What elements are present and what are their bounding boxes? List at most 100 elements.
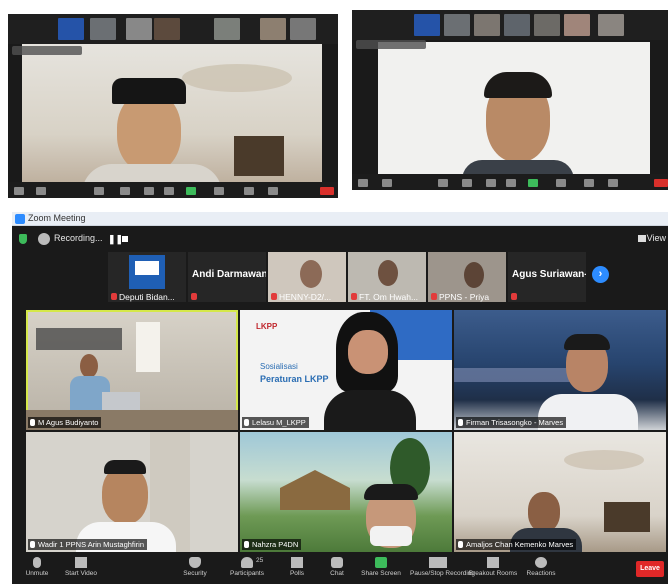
logo-mark (135, 261, 159, 275)
shield-icon (189, 557, 201, 568)
participant-name: Amaljos Chan Kemenko Marves (466, 540, 574, 549)
wall-stain (564, 450, 644, 470)
view-button[interactable]: View (647, 233, 666, 243)
pause-stop-recording-button[interactable]: Pause/Stop Recording (410, 557, 475, 577)
participants-label: Participants (230, 570, 264, 577)
start-video-button[interactable]: Start Video (56, 557, 106, 577)
leave-button[interactable] (320, 187, 334, 195)
video-tile-firman[interactable]: Firman Trisasongko - Marves (454, 310, 666, 430)
shield-icon[interactable] (19, 234, 27, 244)
person-head (378, 260, 398, 286)
leave-button[interactable]: Leave (636, 561, 664, 577)
mic-icon (244, 541, 249, 548)
strip-tile-ft[interactable]: FT. Om Hwah... (348, 252, 426, 302)
video-tile-wadir[interactable]: Wadir 1 PPNS Arin Mustaghfirin (26, 432, 238, 552)
video-tile-amaljos[interactable]: Amaljos Chan Kemenko Marves (454, 432, 666, 552)
strip-tile (290, 18, 316, 40)
toolbar-button[interactable] (36, 187, 46, 195)
toolbar-button[interactable] (244, 187, 254, 195)
person-head (117, 92, 181, 172)
participants-button[interactable]: 25 Participants (222, 557, 272, 577)
strip-tile (90, 18, 116, 40)
share-button[interactable] (186, 187, 196, 195)
strip-tile-andi[interactable]: Andi Darmawan... (188, 252, 266, 302)
stop-recording-button[interactable] (122, 236, 128, 242)
toolbar-button[interactable] (14, 187, 24, 195)
slide-title-line2: Peraturan LKPP (260, 374, 329, 384)
gallery-strip (8, 14, 338, 44)
toolbar-button[interactable] (438, 179, 448, 187)
strip-tile (564, 14, 590, 36)
leave-button[interactable] (654, 179, 668, 187)
pause-recording-button[interactable]: ❚❚ (108, 234, 123, 245)
muted-mic-icon (111, 293, 117, 300)
muted-mic-icon (511, 293, 517, 300)
toolbar-button[interactable] (584, 179, 594, 187)
zoom-window-thumbnail-1 (8, 14, 338, 198)
toolbar-button[interactable] (382, 179, 392, 187)
video-tile-agus-budiyanto[interactable]: M Agus Budiyanto (26, 310, 238, 430)
participants-count: 25 (256, 557, 264, 564)
muted-mic-icon (271, 293, 277, 300)
share-screen-icon (375, 557, 387, 568)
toolbar-button[interactable] (214, 187, 224, 195)
video-tile-lelasu[interactable]: LKPP Sosialisasi Peraturan LKPP Lelasu M… (240, 310, 452, 430)
person-head (102, 466, 148, 524)
mic-icon (458, 541, 463, 548)
strip-tile-ppns[interactable]: PPNS - Priya (428, 252, 506, 302)
participant-name: Andi Darmawan... (192, 269, 266, 280)
muted-mic-icon (351, 293, 357, 300)
security-button[interactable]: Security (170, 557, 220, 577)
painting-hut (280, 470, 350, 510)
muted-mic-icon (431, 293, 437, 300)
video-tile-nahzra[interactable]: Nahzra P4DN (240, 432, 452, 552)
next-page-arrow-icon[interactable]: › (592, 266, 609, 283)
strip-tile-agus[interactable]: Agus Suriawan-... (508, 252, 586, 302)
lkpp-logo: LKPP (256, 322, 278, 331)
security-label: Security (183, 570, 207, 577)
person-head (464, 262, 484, 288)
participant-name: HENNY-D2/... (279, 292, 332, 302)
strip-tile-henny[interactable]: HENNY-D2/... (268, 252, 346, 302)
share-screen-button[interactable]: Share Screen (356, 557, 406, 577)
person-hair (484, 72, 552, 98)
toolbar-button[interactable] (556, 179, 566, 187)
toolbar-button[interactable] (120, 187, 130, 195)
grid-view-icon[interactable] (638, 235, 646, 242)
strip-tile (444, 14, 470, 36)
strip-tile (126, 18, 152, 40)
share-button[interactable] (528, 179, 538, 187)
strip-tile-deputi[interactable]: Deputi Bidan... (108, 252, 186, 302)
participant-name: Wadir 1 PPNS Arin Mustaghfirin (38, 540, 145, 549)
toolbar-button[interactable] (144, 187, 154, 195)
toolbar-button[interactable] (268, 187, 278, 195)
participant-name: PPNS - Priya (439, 292, 490, 302)
reactions-button[interactable]: Reactions (516, 557, 566, 577)
toolbar-button[interactable] (164, 187, 174, 195)
recording-indicator (356, 40, 426, 49)
strip-tile (414, 14, 440, 36)
participant-name: FT. Om Hwah... (359, 292, 419, 302)
speaker-video (22, 44, 322, 194)
toolbar-button[interactable] (358, 179, 368, 187)
window-grill (604, 502, 650, 532)
meeting-toolbar (8, 182, 338, 198)
person-face (348, 330, 388, 374)
toolbar-button[interactable] (608, 179, 618, 187)
participant-name: Lelasu M_LKPP (252, 418, 306, 427)
chat-button[interactable]: Chat (312, 557, 362, 577)
unmute-button[interactable]: Unmute (12, 557, 62, 577)
toolbar-button[interactable] (462, 179, 472, 187)
participant-label: Wadir 1 PPNS Arin Mustaghfirin (28, 539, 148, 550)
window-title: Zoom Meeting (28, 213, 86, 223)
toolbar-button[interactable] (486, 179, 496, 187)
participant-name: Nahzra P4DN (252, 540, 299, 549)
participant-name: Firman Trisasongko - Marves (466, 418, 564, 427)
breakout-rooms-button[interactable]: Breakout Rooms (468, 557, 518, 577)
toolbar-button[interactable] (506, 179, 516, 187)
speaker-video (378, 42, 650, 182)
toolbar-button[interactable] (94, 187, 104, 195)
participant-label: Amaljos Chan Kemenko Marves (456, 539, 577, 550)
window (136, 322, 160, 372)
slide-title-line1: Sosialisasi (260, 362, 298, 371)
